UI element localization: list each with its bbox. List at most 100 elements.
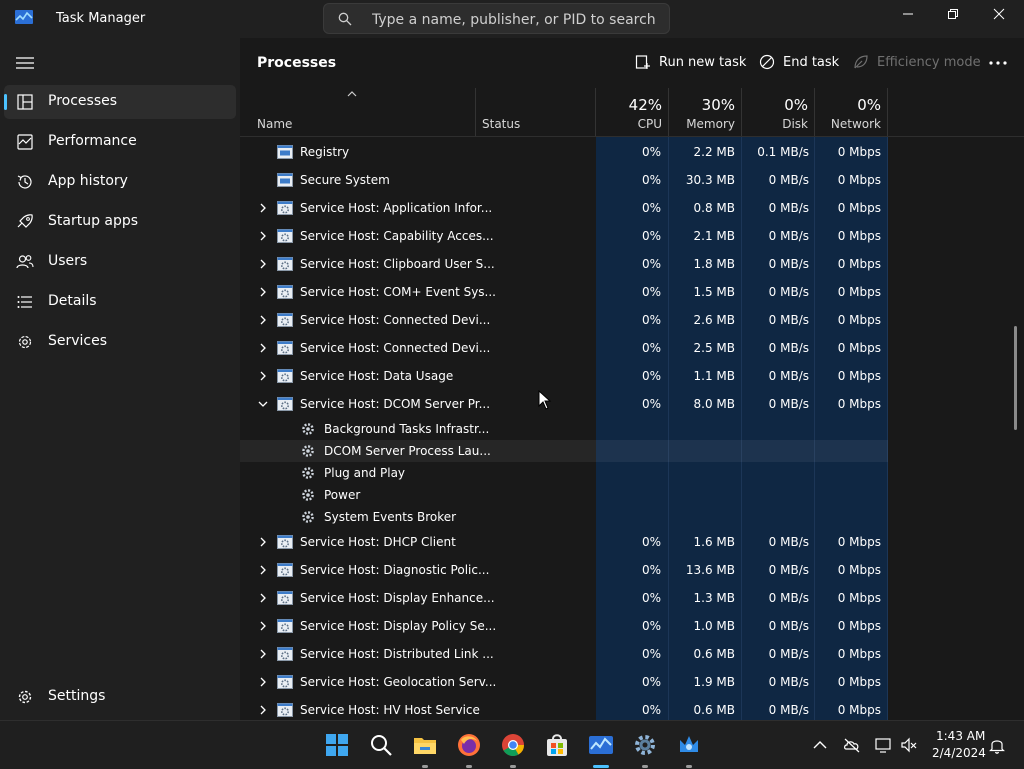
column-header-memory[interactable]: 30% Memory: [669, 88, 742, 136]
table-row[interactable]: Service Host: Clipboard User S... 0% 1.8 M…: [240, 250, 888, 278]
column-header-name[interactable]: Name: [240, 88, 476, 136]
sidebar-item-label: Performance: [48, 133, 137, 149]
column-header-network[interactable]: 0% Network: [815, 88, 888, 136]
child-service-row[interactable]: System Events Broker: [240, 506, 888, 528]
gear-icon[interactable]: [632, 732, 658, 758]
process-name: Service Host: Display Enhance...: [300, 591, 495, 605]
vertical-scrollbar[interactable]: [1014, 326, 1017, 430]
table-row[interactable]: Service Host: Display Policy Se... 0% 1.0 …: [240, 612, 888, 640]
run-new-task-icon: [635, 55, 650, 69]
cpu-value: 0%: [641, 201, 661, 215]
chevron-right-icon[interactable]: [258, 705, 268, 715]
memory-value: 1.6 MB: [693, 535, 735, 549]
close-button[interactable]: [976, 0, 1022, 30]
chevron-right-icon[interactable]: [258, 593, 268, 603]
table-row[interactable]: Service Host: Distributed Link ... 0% 0.6 …: [240, 640, 888, 668]
child-service-row[interactable]: Plug and Play: [240, 462, 888, 484]
efficiency-mode-button[interactable]: Efficiency mode: [853, 54, 981, 72]
sidebar-item-details[interactable]: Details: [4, 285, 236, 319]
search-icon[interactable]: [368, 732, 394, 758]
sidebar-item-app-history[interactable]: App history: [4, 165, 236, 199]
column-header-status[interactable]: Status: [476, 88, 596, 136]
table-row[interactable]: Service Host: Connected Devi... 0% 2.5 MB 0…: [240, 334, 888, 362]
minimize-button[interactable]: [885, 0, 931, 30]
service-host-icon: [277, 369, 293, 383]
network-value: 0 Mbps: [837, 619, 881, 633]
clock-time[interactable]: 1:43 AM: [936, 729, 985, 743]
chevron-right-icon[interactable]: [258, 621, 268, 631]
table-row[interactable]: Service Host: Diagnostic Polic... 0% 13.6 …: [240, 556, 888, 584]
windows-start-icon[interactable]: [324, 732, 350, 758]
table-row[interactable]: Registry 0% 2.2 MB 0.1 MB/s 0 Mbps: [240, 138, 888, 166]
process-name: Registry: [300, 145, 350, 159]
child-service-row[interactable]: DCOM Server Process Lau...: [240, 440, 888, 462]
chevron-right-icon[interactable]: [258, 565, 268, 575]
sidebar-item-performance[interactable]: Performance: [4, 125, 236, 159]
network-icon[interactable]: [874, 736, 892, 754]
end-task-button[interactable]: End task: [759, 54, 839, 72]
table-row[interactable]: Service Host: Connected Devi... 0% 2.6 MB 0…: [240, 306, 888, 334]
sidebar-item-services[interactable]: Services: [4, 325, 236, 359]
firefox-icon[interactable]: [456, 732, 482, 758]
chevron-right-icon[interactable]: [258, 315, 268, 325]
cpu-value: 0%: [641, 341, 661, 355]
child-service-row[interactable]: Power: [240, 484, 888, 506]
sidebar-item-processes[interactable]: Processes: [4, 85, 236, 119]
table-row[interactable]: Service Host: Display Enhance... 0% 1.3 MB…: [240, 584, 888, 612]
service-host-icon: [277, 341, 293, 355]
table-row[interactable]: Service Host: DCOM Server Pr... 0% 8.0 MB 0…: [240, 390, 888, 418]
service-host-icon: [277, 647, 293, 661]
column-header-disk[interactable]: 0% Disk: [742, 88, 815, 136]
chevron-right-icon[interactable]: [258, 259, 268, 269]
folder-icon[interactable]: [412, 732, 438, 758]
search-box[interactable]: [323, 3, 670, 34]
chevron-right-icon[interactable]: [258, 343, 268, 353]
chevron-right-icon[interactable]: [258, 371, 268, 381]
cpu-value: 0%: [641, 619, 661, 633]
table-row[interactable]: Service Host: Application Infor... 0% 0.8 …: [240, 194, 888, 222]
table-row[interactable]: Service Host: Geolocation Serv... 0% 1.9 M…: [240, 668, 888, 696]
app-icon[interactable]: [676, 732, 702, 758]
store-icon[interactable]: [544, 732, 570, 758]
notification-bell-icon[interactable]: [988, 736, 1006, 754]
sidebar-item-startup-apps[interactable]: Startup apps: [4, 205, 236, 239]
disk-value: 0 MB/s: [768, 619, 809, 633]
chevron-right-icon[interactable]: [258, 649, 268, 659]
table-row[interactable]: Service Host: DHCP Client 0% 1.6 MB 0 MB/s 0…: [240, 528, 888, 556]
hamburger-menu-icon[interactable]: [16, 56, 34, 70]
process-name: Service Host: Distributed Link ...: [300, 647, 494, 661]
table-row[interactable]: Service Host: HV Host Service 0% 0.6 MB 0 M…: [240, 696, 888, 720]
table-row[interactable]: Service Host: Capability Acces... 0% 2.1 M…: [240, 222, 888, 250]
volume-muted-icon[interactable]: [900, 736, 918, 754]
sidebar-item-label: Users: [48, 253, 88, 269]
chrome-icon[interactable]: [500, 732, 526, 758]
chevron-right-icon[interactable]: [258, 231, 268, 241]
sidebar-item-settings[interactable]: Settings: [4, 680, 236, 714]
chevron-right-icon[interactable]: [258, 203, 268, 213]
task-manager-icon[interactable]: [588, 732, 614, 758]
clock-date[interactable]: 2/4/2024: [932, 746, 986, 760]
memory-value: 2.2 MB: [693, 145, 735, 159]
chevron-down-icon[interactable]: [258, 399, 268, 409]
child-service-row[interactable]: Background Tasks Infrastr...: [240, 418, 888, 440]
leaf-icon: [854, 55, 868, 69]
memory-value: 0.6 MB: [693, 703, 735, 717]
chevron-right-icon[interactable]: [258, 287, 268, 297]
more-options-icon[interactable]: [989, 60, 1007, 66]
gear-icon: [18, 690, 32, 704]
search-input[interactable]: [370, 9, 664, 31]
maximize-button[interactable]: [930, 0, 976, 30]
onedrive-offline-icon[interactable]: [843, 736, 861, 754]
chevron-right-icon[interactable]: [258, 677, 268, 687]
column-header-cpu[interactable]: 42% CPU: [596, 88, 669, 136]
process-name: Service Host: Display Policy Se...: [300, 619, 497, 633]
table-row[interactable]: Secure System 0% 30.3 MB 0 MB/s 0 Mbps: [240, 166, 888, 194]
table-row[interactable]: Service Host: Data Usage 0% 1.1 MB 0 MB/s 0 …: [240, 362, 888, 390]
chevron-up-icon[interactable]: [811, 736, 829, 754]
chevron-right-icon[interactable]: [258, 537, 268, 547]
cpu-value: 0%: [641, 535, 661, 549]
run-new-task-button[interactable]: Run new task: [635, 54, 746, 72]
sidebar-item-users[interactable]: Users: [4, 245, 236, 279]
table-row[interactable]: Service Host: COM+ Event Sys... 0% 1.5 MB 0…: [240, 278, 888, 306]
column-label: CPU: [637, 117, 662, 131]
